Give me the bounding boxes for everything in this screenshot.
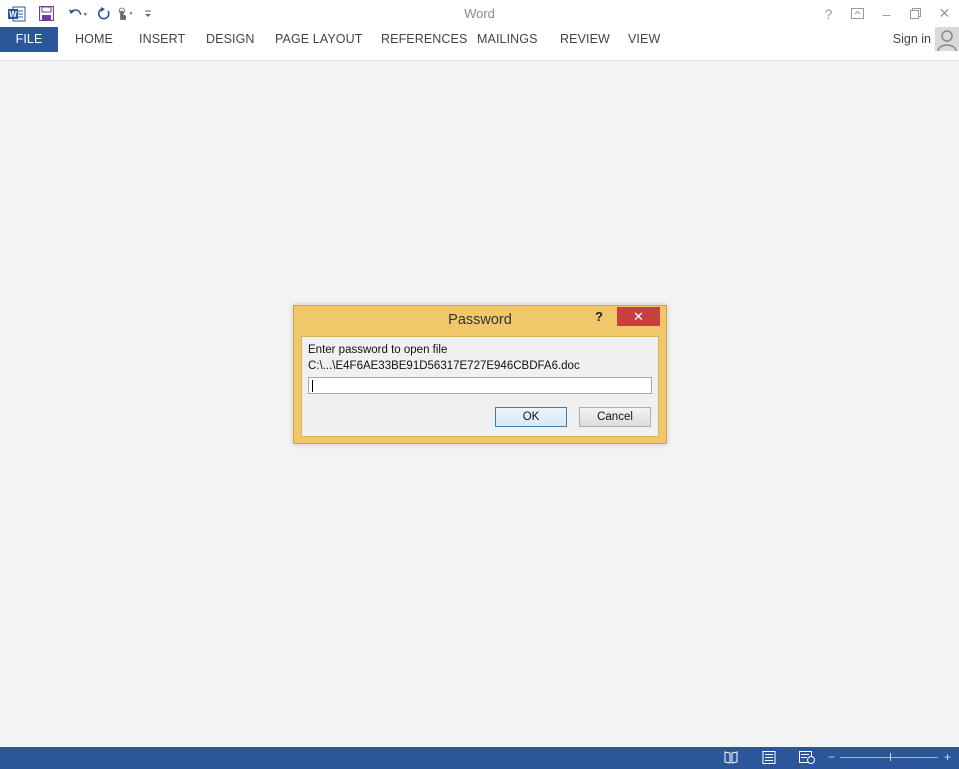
status-bar: − + [0,747,959,769]
tab-review[interactable]: REVIEW [560,27,610,52]
tab-home[interactable]: HOME [75,27,113,52]
tab-view[interactable]: VIEW [628,27,660,52]
dialog-body: Enter password to open file C:\...\E4F6A… [301,336,659,437]
title-bar: W Word ? – ✕ [0,0,959,27]
tab-design[interactable]: DESIGN [206,27,255,52]
zoom-out-button[interactable]: − [828,750,835,764]
ribbon-display-options-icon[interactable] [843,0,872,27]
password-prompt: Enter password to open file [308,344,448,356]
tab-references[interactable]: REFERENCES [381,27,467,52]
tab-mailings[interactable]: MAILINGS [477,27,538,52]
cancel-button[interactable]: Cancel [579,407,651,427]
tab-page-layout[interactable]: PAGE LAYOUT [275,27,362,52]
restore-icon[interactable] [901,0,930,27]
zoom-slider-thumb[interactable] [890,753,891,761]
tab-insert[interactable]: INSERT [139,27,185,52]
web-layout-icon[interactable] [799,751,815,764]
sign-in-link[interactable]: Sign in [893,27,931,52]
zoom-in-button[interactable]: + [944,750,951,764]
tab-file[interactable]: FILE [0,27,58,52]
avatar[interactable] [935,27,959,51]
file-path: C:\...\E4F6AE33BE91D56317E727E946CBDFA6.… [308,360,580,372]
close-window-button[interactable]: ✕ [930,0,959,27]
dialog-title: Password [448,312,512,328]
window-controls: ? – ✕ [814,0,959,27]
print-layout-icon[interactable] [762,751,776,764]
text-caret [312,380,313,392]
password-input[interactable] [308,377,652,394]
zoom-slider[interactable] [840,757,938,758]
read-mode-icon[interactable] [724,751,738,764]
ribbon-tabs: FILE HOME INSERT DESIGN PAGE LAYOUT REFE… [0,27,959,61]
dialog-close-button[interactable]: ✕ [617,307,660,326]
dialog-help-button[interactable]: ? [595,309,603,324]
minimize-button[interactable]: – [872,0,901,27]
ok-button[interactable]: OK [495,407,567,427]
help-icon[interactable]: ? [814,0,843,27]
password-dialog: Password ? ✕ Enter password to open file… [293,305,667,444]
